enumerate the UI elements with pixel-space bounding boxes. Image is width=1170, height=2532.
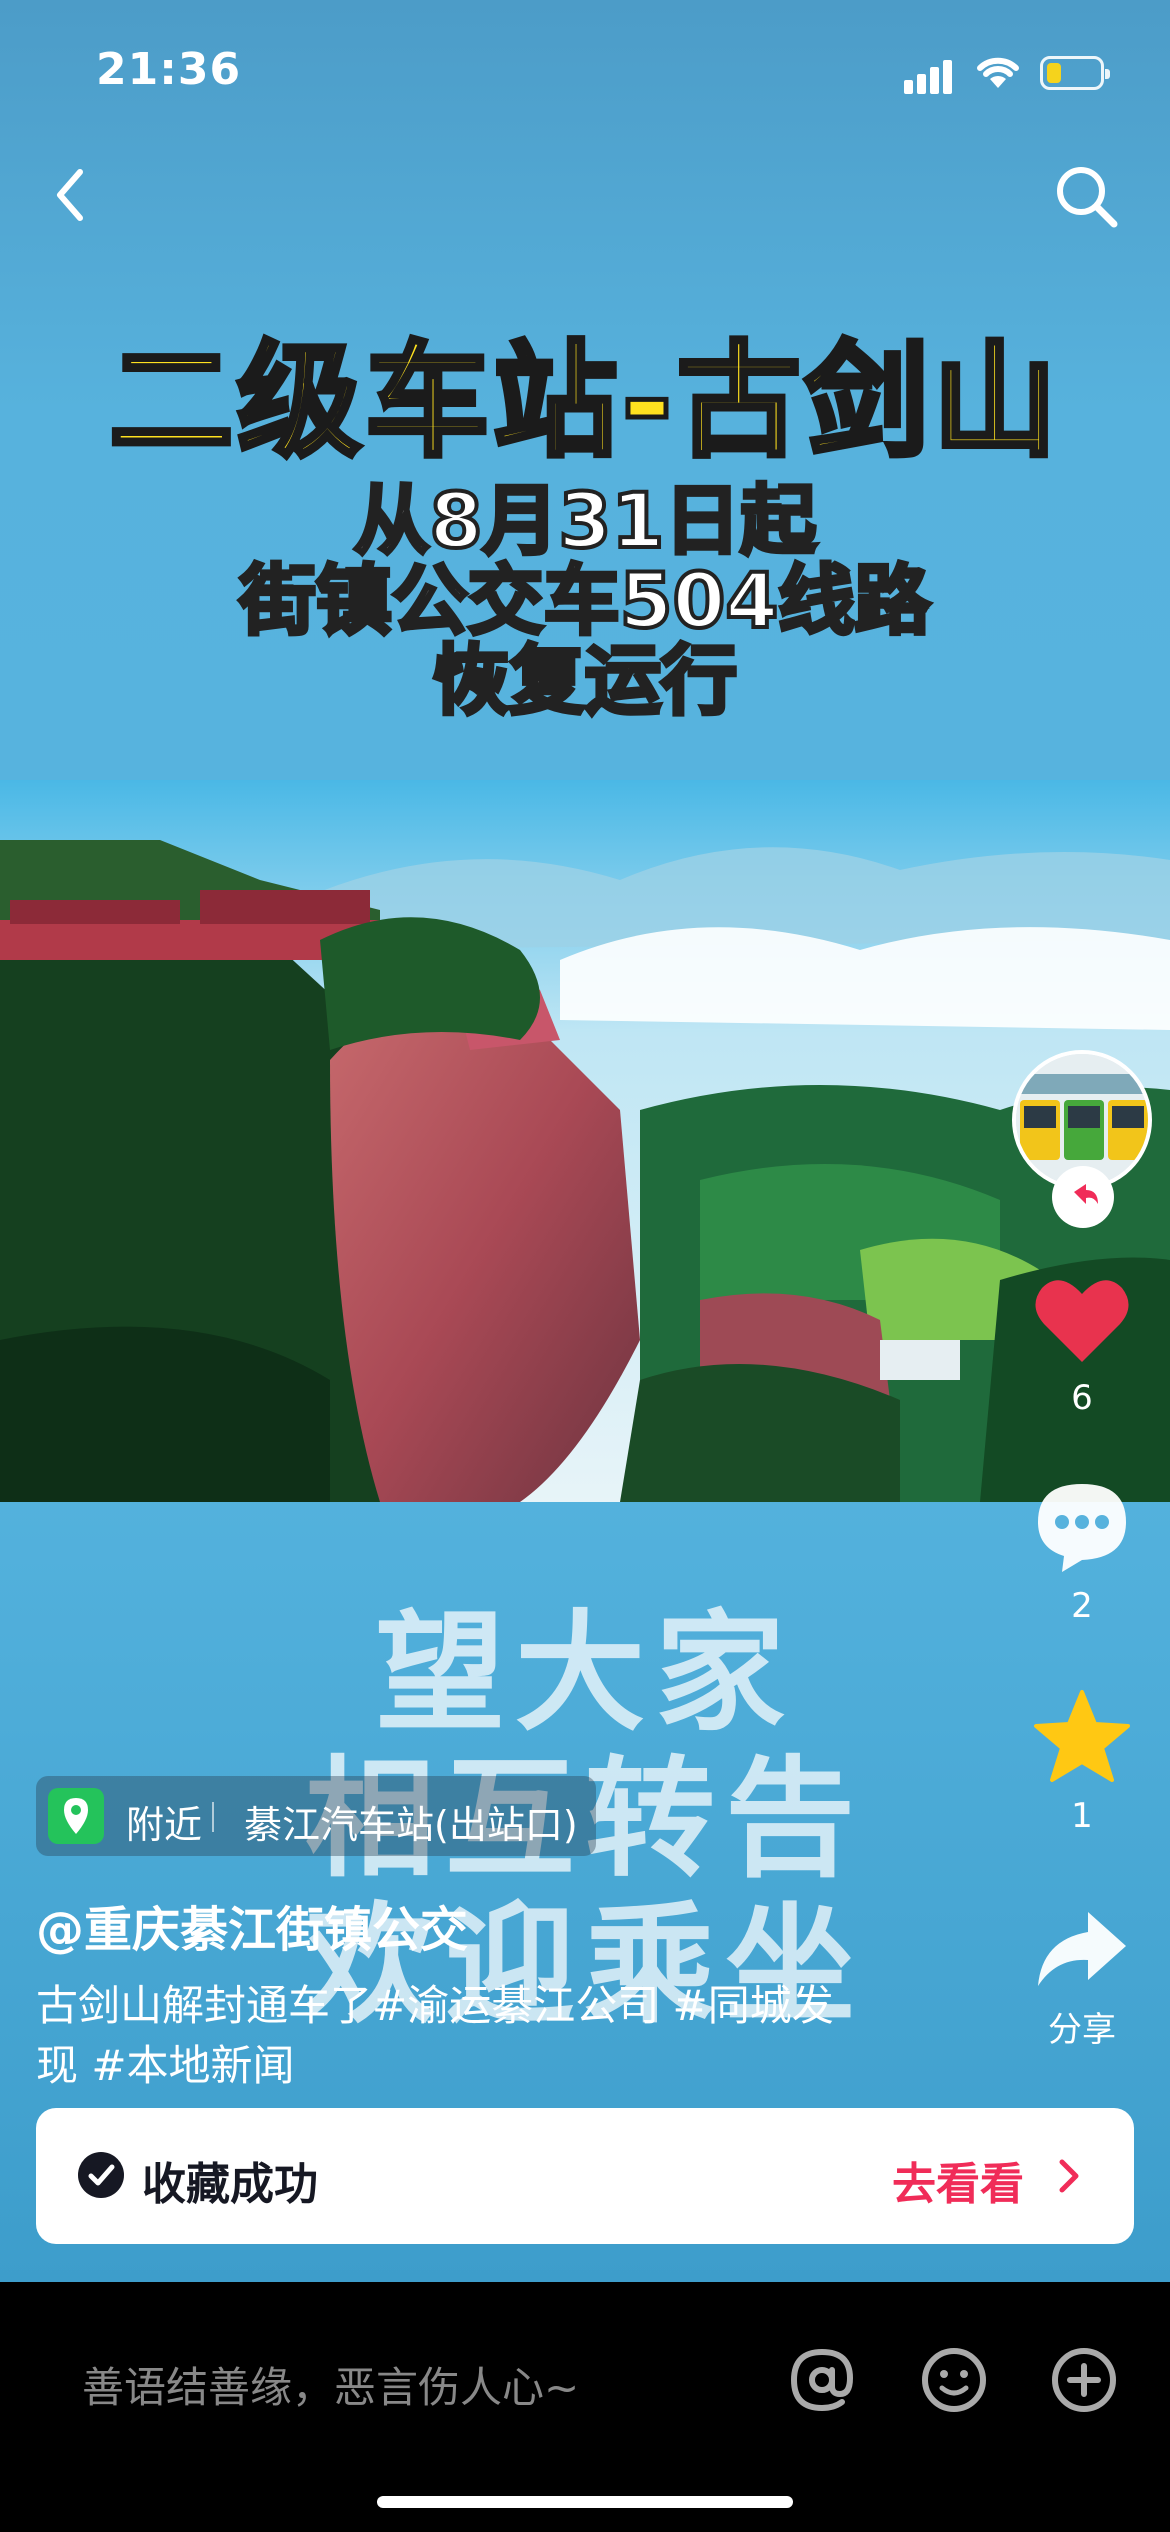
go-view-link[interactable]: 去看看: [892, 2148, 1024, 2212]
location-name: 綦江汽车站(出站口): [244, 1803, 578, 1847]
mountain-photo: [0, 780, 1170, 1502]
favorite-count: 1: [1071, 1796, 1093, 1836]
follow-back-badge[interactable]: [1052, 1166, 1114, 1228]
favorite-success-toast: 收藏成功 去看看: [36, 2108, 1134, 2244]
comment-bar: 善语结善缘，恶言伤人心~: [0, 2282, 1170, 2532]
location-tag[interactable]: 附近 綦江汽车站(出站口): [36, 1776, 596, 1856]
like-button[interactable]: 6: [1020, 1274, 1144, 1418]
video-subtitle-line: 街镇公交车504线路: [238, 556, 933, 645]
comment-count: 2: [1071, 1586, 1093, 1626]
toast-message: 收藏成功: [142, 2159, 318, 2210]
video-screen[interactable]: 21:36 二级车站-古剑山 从8月31日起 街镇公交车504线路 恢复运行 望…: [0, 0, 1170, 2282]
status-bar: 21:36: [0, 0, 1170, 140]
video-subtitle-line: 从8月31日起: [352, 476, 819, 565]
like-count: 6: [1071, 1378, 1093, 1418]
favorite-button[interactable]: 1: [1020, 1688, 1144, 1836]
location-pin-icon: [48, 1788, 104, 1844]
share-button[interactable]: 分享: [1020, 1906, 1144, 2051]
return-arrow-icon: [1054, 1168, 1112, 1226]
video-subtitle-line: 恢复运行: [431, 636, 739, 725]
home-indicator[interactable]: [377, 2496, 793, 2508]
comment-input[interactable]: 善语结善缘，恶言伤人心~: [82, 2354, 579, 2415]
share-label: 分享: [1048, 2010, 1116, 2050]
author-name[interactable]: @重庆綦江街镇公交: [36, 1890, 468, 1960]
comment-bubble-icon: [1038, 1484, 1126, 1572]
mention-icon[interactable]: [782, 2340, 862, 2420]
video-description[interactable]: 古剑山解封通车了#渝运綦江公司 #同城发现 #本地新闻: [36, 1976, 856, 2096]
comment-button[interactable]: 2: [1020, 1480, 1144, 1626]
emoji-icon[interactable]: [914, 2340, 994, 2420]
video-caption-line: 望大家: [374, 1597, 795, 1749]
check-icon: [78, 2152, 124, 2198]
add-icon[interactable]: [1044, 2340, 1124, 2420]
chevron-right-icon[interactable]: [1052, 2156, 1084, 2196]
location-nearby-label: 附近: [126, 1803, 203, 1847]
video-title: 二级车站-古剑山: [107, 328, 1061, 477]
search-icon[interactable]: [1050, 160, 1124, 234]
location-divider: [212, 1802, 214, 1832]
wifi-icon: [977, 57, 1019, 88]
back-icon[interactable]: [40, 160, 100, 230]
share-arrow-icon: [1038, 1912, 1126, 1986]
star-icon: [1034, 1690, 1130, 1782]
battery-icon: [1040, 56, 1110, 90]
status-time: 21:36: [96, 44, 242, 95]
cellular-signal-icon: [904, 58, 960, 94]
heart-icon: [1035, 1280, 1129, 1362]
